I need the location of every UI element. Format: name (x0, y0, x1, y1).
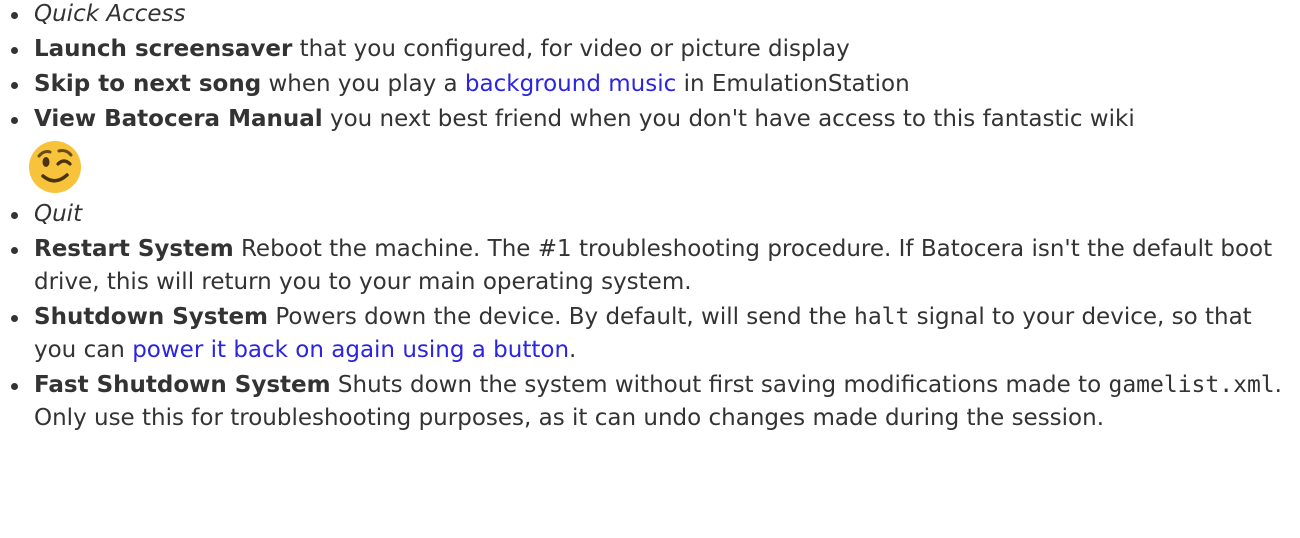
term-restart-system: Restart System (34, 236, 234, 262)
power-button-link[interactable]: power it back on again using a button (132, 337, 569, 363)
menu-options-list: Quick Access Launch screensaver that you… (0, 0, 1300, 435)
list-item-shutdown-system: Shutdown System Powers down the device. … (8, 301, 1300, 367)
term-shutdown-system: Shutdown System (34, 304, 269, 330)
desc-view-manual: you next best friend when you don't have… (322, 106, 1135, 132)
term-fast-shutdown-system: Fast Shutdown System (34, 372, 331, 398)
list-item-skip-next-song: Skip to next song when you play a backgr… (8, 68, 1300, 101)
desc-launch-screensaver: that you configured, for video or pictur… (292, 36, 850, 62)
winking-face-icon (26, 138, 1300, 196)
background-music-link[interactable]: background music (465, 71, 676, 97)
list-item-view-manual: View Batocera Manual you next best frien… (8, 103, 1300, 196)
list-item-restart-system: Restart System Reboot the machine. The #… (8, 233, 1300, 299)
term-launch-screensaver: Launch screensaver (34, 36, 293, 62)
code-gamelist-xml: gamelist.xml (1108, 372, 1275, 398)
list-item-fast-shutdown-system: Fast Shutdown System Shuts down the syst… (8, 369, 1300, 435)
list-item-launch-screensaver: Launch screensaver that you configured, … (8, 33, 1300, 66)
section-heading-quick-access: Quick Access (8, 0, 1300, 31)
term-skip-next-song: Skip to next song (34, 71, 262, 97)
section-heading-quit: Quit (8, 198, 1300, 231)
term-view-manual: View Batocera Manual (34, 106, 323, 132)
code-halt: halt (853, 304, 910, 330)
